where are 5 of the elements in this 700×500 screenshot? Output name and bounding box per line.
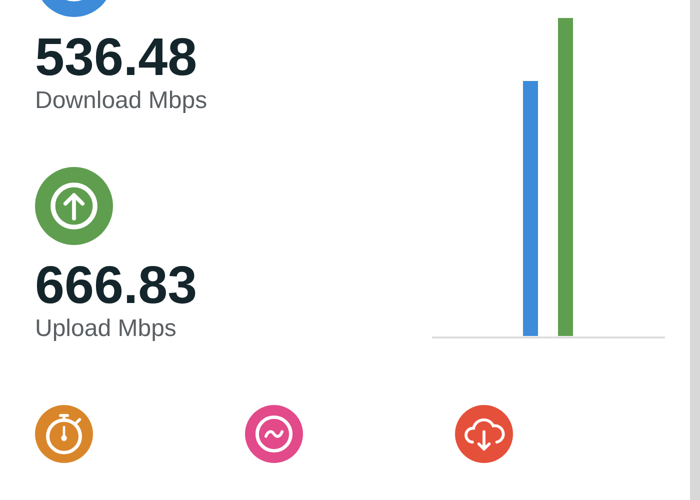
speed-value: 536.48 — [35, 29, 198, 87]
speed-label: Upload Mbps — [35, 315, 176, 343]
speed-label: Download Mbps — [35, 87, 208, 115]
scrollbar[interactable] — [690, 0, 700, 500]
speed-value: 666.83 — [35, 257, 198, 315]
